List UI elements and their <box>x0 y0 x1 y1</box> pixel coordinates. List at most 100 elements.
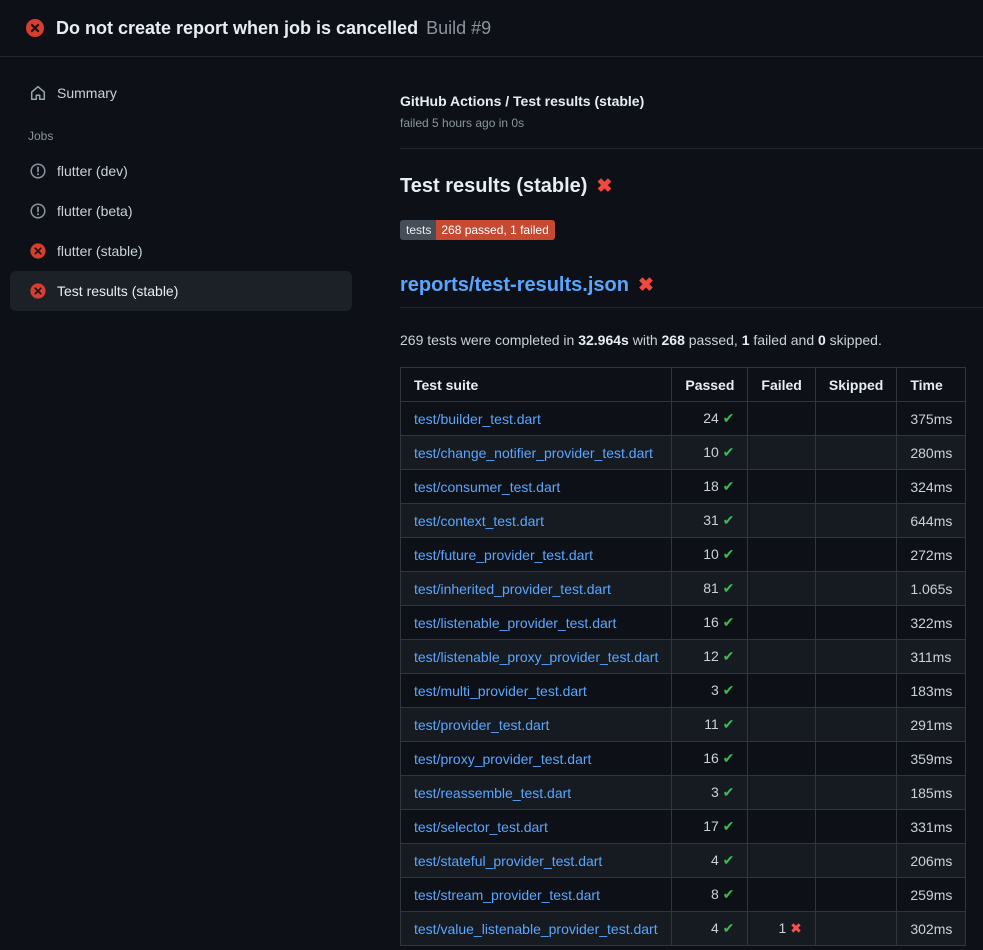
check-icon: ✔ <box>723 478 735 494</box>
column-header: Test suite <box>401 368 672 402</box>
suite-link[interactable]: test/value_listenable_provider_test.dart <box>414 921 658 937</box>
suite-link[interactable]: test/stream_provider_test.dart <box>414 887 600 903</box>
check-icon: ✔ <box>723 648 735 664</box>
results-table-head-row: Test suitePassedFailedSkippedTime <box>401 368 966 402</box>
badge-label: tests <box>400 220 436 240</box>
suite-link[interactable]: test/stateful_provider_test.dart <box>414 853 602 869</box>
status-line: failed 5 hours ago in 0s <box>400 116 952 130</box>
table-row: test/reassemble_test.dart3 ✔185ms <box>401 776 966 810</box>
check-icon: ✔ <box>723 410 735 426</box>
home-icon <box>30 85 46 101</box>
passed-cell: 12 ✔ <box>672 640 748 674</box>
time-cell: 644ms <box>897 504 966 538</box>
suite-link[interactable]: test/selector_test.dart <box>414 819 548 835</box>
suite-cell: test/builder_test.dart <box>401 402 672 436</box>
section-divider <box>400 148 983 149</box>
suite-cell: test/change_notifier_provider_test.dart <box>401 436 672 470</box>
report-title-divider <box>400 307 983 308</box>
failed-cell <box>748 504 815 538</box>
time-cell: 375ms <box>897 402 966 436</box>
sidebar-item-label: Test results (stable) <box>57 283 178 299</box>
suite-link[interactable]: test/multi_provider_test.dart <box>414 683 587 699</box>
table-row: test/change_notifier_provider_test.dart1… <box>401 436 966 470</box>
time-cell: 331ms <box>897 810 966 844</box>
sidebar-item-flutter-stable[interactable]: flutter (stable) <box>10 231 352 271</box>
suite-cell: test/stateful_provider_test.dart <box>401 844 672 878</box>
table-row: test/consumer_test.dart18 ✔324ms <box>401 470 966 504</box>
suite-cell: test/selector_test.dart <box>401 810 672 844</box>
failed-cell <box>748 402 815 436</box>
passed-cell: 16 ✔ <box>672 606 748 640</box>
suite-link[interactable]: test/listenable_provider_test.dart <box>414 615 616 631</box>
sidebar-item-summary[interactable]: Summary <box>10 73 352 113</box>
failed-cell <box>748 436 815 470</box>
time-cell: 1.065s <box>897 572 966 606</box>
skipped-cell <box>815 844 896 878</box>
tests-badge: tests 268 passed, 1 failed <box>400 220 555 240</box>
skipped-cell <box>815 742 896 776</box>
suite-cell: test/future_provider_test.dart <box>401 538 672 572</box>
report-link[interactable]: reports/test-results.json <box>400 274 629 297</box>
suite-link[interactable]: test/provider_test.dart <box>414 717 549 733</box>
check-icon: ✔ <box>723 750 735 766</box>
cross-icon: ✖ <box>790 920 802 936</box>
column-header: Time <box>897 368 966 402</box>
check-icon: ✔ <box>723 716 735 732</box>
table-row: test/listenable_provider_test.dart 16 ✔ 32… <box>401 606 966 640</box>
suite-cell: test/stream_provider_test.dart <box>401 878 672 912</box>
summary-text: 269 tests were completed in 32.964s with… <box>400 332 952 348</box>
time-cell: 302ms <box>897 912 966 946</box>
column-header: Failed <box>748 368 815 402</box>
time-cell: 291ms <box>897 708 966 742</box>
suite-cell: test/provider_test.dart <box>401 708 672 742</box>
suite-link[interactable]: test/inherited_provider_test.dart <box>414 581 611 597</box>
check-icon: ✔ <box>723 512 735 528</box>
time-cell: 322ms <box>897 606 966 640</box>
suite-link[interactable]: test/proxy_provider_test.dart <box>414 751 591 767</box>
sidebar-item-flutter-dev[interactable]: flutter (dev) <box>10 151 352 191</box>
time-cell: 359ms <box>897 742 966 776</box>
table-row: test/multi_provider_test.dart3 ✔183ms <box>401 674 966 708</box>
passed-cell: 11 ✔ <box>672 708 748 742</box>
suite-link[interactable]: test/reassemble_test.dart <box>414 785 571 801</box>
suite-link[interactable]: test/listenable_proxy_provider_test.dart <box>414 649 658 665</box>
suite-link[interactable]: test/consumer_test.dart <box>414 479 560 495</box>
page-title: Do not create report when job is cancell… <box>56 18 418 39</box>
check-icon: ✔ <box>723 818 735 834</box>
suite-link[interactable]: test/future_provider_test.dart <box>414 547 593 563</box>
sidebar-item-test-results-stable[interactable]: Test results (stable) <box>10 271 352 311</box>
breadcrumb: GitHub Actions / Test results (stable) <box>400 93 952 109</box>
table-row: test/stream_provider_test.dart 8 ✔ 259ms <box>401 878 966 912</box>
table-row: test/selector_test.dart17 ✔331ms <box>401 810 966 844</box>
table-row: test/listenable_proxy_provider_test.dart… <box>401 640 966 674</box>
time-cell: 259ms <box>897 878 966 912</box>
failed-cell <box>748 538 815 572</box>
time-cell: 272ms <box>897 538 966 572</box>
sidebar-item-label: Summary <box>57 85 117 101</box>
sidebar-item-label: flutter (stable) <box>57 243 143 259</box>
suite-cell: test/consumer_test.dart <box>401 470 672 504</box>
section-title: Test results (stable) ✖ <box>400 175 952 198</box>
passed-cell: 8 ✔ <box>672 878 748 912</box>
suite-link[interactable]: test/change_notifier_provider_test.dart <box>414 445 653 461</box>
stale-icon <box>30 203 46 219</box>
suite-link[interactable]: test/builder_test.dart <box>414 411 541 427</box>
check-icon: ✔ <box>723 920 735 936</box>
table-row: test/context_test.dart 31 ✔ 644ms <box>401 504 966 538</box>
sidebar-item-flutter-beta[interactable]: flutter (beta) <box>10 191 352 231</box>
failed-cell <box>748 674 815 708</box>
failed-cell <box>748 776 815 810</box>
sidebar-jobs: flutter (dev)flutter (beta) flutter (stab… <box>0 151 368 311</box>
check-icon: ✔ <box>723 784 735 800</box>
skipped-cell <box>815 470 896 504</box>
suite-cell: test/context_test.dart <box>401 504 672 538</box>
check-icon: ✔ <box>723 614 735 630</box>
passed-cell: 31 ✔ <box>672 504 748 538</box>
suite-link[interactable]: test/context_test.dart <box>414 513 544 529</box>
failed-cell <box>748 470 815 504</box>
check-icon: ✔ <box>723 682 735 698</box>
passed-cell: 4 ✔ <box>672 912 748 946</box>
suite-cell: test/proxy_provider_test.dart <box>401 742 672 776</box>
time-cell: 324ms <box>897 470 966 504</box>
table-row: test/inherited_provider_test.dart81 ✔1.0… <box>401 572 966 606</box>
